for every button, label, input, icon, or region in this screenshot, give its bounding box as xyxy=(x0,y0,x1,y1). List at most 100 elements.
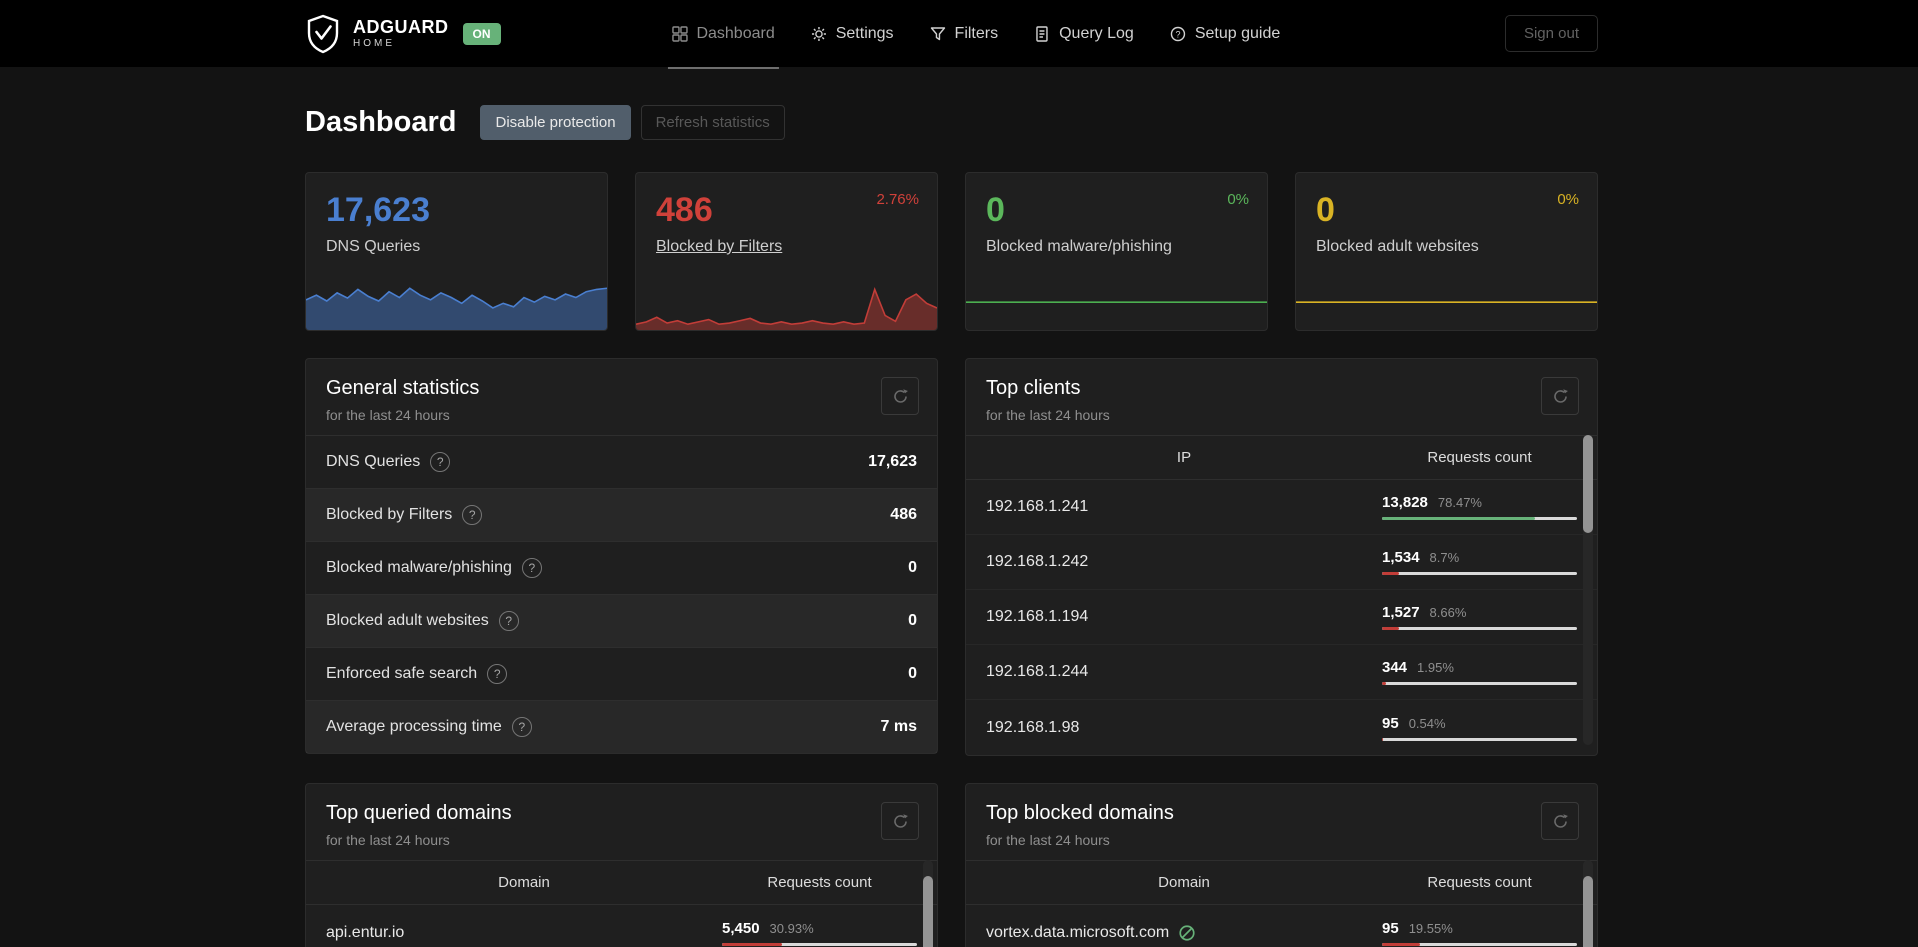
refresh-card-button[interactable] xyxy=(881,802,919,840)
scrollbar-track[interactable] xyxy=(1583,860,1593,947)
client-ip[interactable]: 192.168.1.194 xyxy=(986,608,1382,626)
refresh-card-button[interactable] xyxy=(1541,377,1579,415)
stat-row: Average processing time 7 ms xyxy=(306,700,937,753)
setup-guide-icon: ? xyxy=(1170,26,1186,42)
stat-row: Blocked malware/phishing 0 xyxy=(306,541,937,594)
request-bar xyxy=(1382,627,1577,630)
nav-setup-guide[interactable]: ? Setup guide xyxy=(1170,0,1280,67)
request-percent: 30.93% xyxy=(769,920,814,936)
nav-filters[interactable]: Filters xyxy=(930,0,999,67)
requests-cell: 344 1.95% xyxy=(1382,659,1577,685)
blocked-adult-label: Blocked adult websites xyxy=(1316,238,1479,255)
nav-menu: Dashboard Settings Filters Query Log ? S… xyxy=(667,0,1280,69)
client-ip[interactable]: 192.168.1.242 xyxy=(986,553,1382,571)
scrollbar-thumb[interactable] xyxy=(923,876,933,947)
dashboard-icon xyxy=(671,25,688,42)
nav-filters-label: Filters xyxy=(954,24,999,42)
top-queried-domains-panel: Top queried domains for the last 24 hour… xyxy=(305,783,938,947)
panel-title: Top queried domains xyxy=(326,802,512,824)
request-bar xyxy=(1382,737,1577,741)
client-row: 192.168.1.241 13,828 78.47% xyxy=(966,480,1597,535)
stat-label: DNS Queries xyxy=(326,453,421,470)
request-count: 1,527 xyxy=(1382,604,1420,621)
help-icon[interactable] xyxy=(521,558,542,578)
scrollbar-track[interactable] xyxy=(923,860,933,947)
sign-out-button[interactable]: Sign out xyxy=(1504,15,1598,52)
request-bar xyxy=(1382,942,1577,946)
client-ip[interactable]: 192.168.1.241 xyxy=(986,498,1382,516)
refresh-icon xyxy=(893,813,908,828)
stat-row: Blocked by Filters 486 xyxy=(306,488,937,541)
blocked-filters-card: 2.76% 486 Blocked by Filters xyxy=(635,172,938,331)
stat-label: Average processing time xyxy=(326,718,502,735)
scrollbar-thumb[interactable] xyxy=(1583,435,1593,533)
stat-value: 0 xyxy=(908,612,917,629)
disable-protection-button[interactable]: Disable protection xyxy=(480,105,631,140)
nav-setup-guide-label: Setup guide xyxy=(1194,24,1281,42)
domain-name[interactable]: api.entur.io xyxy=(326,924,722,942)
svg-text:?: ? xyxy=(1175,29,1180,39)
help-icon[interactable] xyxy=(462,505,483,525)
panel-title: Top clients xyxy=(986,377,1081,399)
refresh-icon xyxy=(1553,813,1568,828)
stat-label: Blocked adult websites xyxy=(326,612,489,629)
panel-subtitle: for the last 24 hours xyxy=(986,407,1110,423)
request-bar xyxy=(1382,517,1577,520)
scrollbar-thumb[interactable] xyxy=(1583,876,1593,947)
stat-label: Blocked malware/phishing xyxy=(326,559,512,576)
refresh-icon xyxy=(1553,388,1568,403)
help-icon[interactable] xyxy=(430,452,451,472)
adguard-home-brand[interactable]: ADGUARD HOME ON xyxy=(305,14,501,54)
column-header-domain: Domain xyxy=(498,874,550,891)
refresh-statistics-button[interactable]: Refresh statistics xyxy=(640,105,785,140)
panel-subtitle: for the last 24 hours xyxy=(326,832,450,848)
request-percent: 8.7% xyxy=(1429,550,1460,565)
stat-row: Enforced safe search 0 xyxy=(306,647,937,700)
blocked-filters-sparkline xyxy=(636,272,937,330)
client-ip[interactable]: 192.168.1.98 xyxy=(986,719,1382,737)
request-count: 13,828 xyxy=(1382,494,1428,511)
request-bar xyxy=(722,942,917,946)
refresh-icon xyxy=(893,388,908,403)
dns-queries-label: DNS Queries xyxy=(326,238,421,255)
requests-cell: 5,450 30.93% xyxy=(722,920,917,946)
scrollbar-track[interactable] xyxy=(1583,435,1593,745)
stat-percent: 0% xyxy=(1557,191,1579,208)
blocked-malware-value: 0 xyxy=(986,191,1005,229)
requests-cell: 1,527 8.66% xyxy=(1382,604,1577,630)
client-ip[interactable]: 192.168.1.244 xyxy=(986,663,1382,681)
request-percent: 19.55% xyxy=(1408,920,1453,936)
stat-label: Blocked by Filters xyxy=(326,506,453,523)
stat-value: 486 xyxy=(890,506,917,523)
domain-name-wrap[interactable]: vortex.data.microsoft.com xyxy=(986,924,1382,942)
top-queried-rows: api.entur.io 5,450 30.93% xyxy=(306,905,937,947)
column-header-requests: Requests count xyxy=(767,874,872,891)
nav-settings[interactable]: Settings xyxy=(811,0,894,67)
blocked-malware-label: Blocked malware/phishing xyxy=(986,238,1172,255)
nav-query-log[interactable]: Query Log xyxy=(1034,0,1134,67)
top-blocked-domains-panel: Top blocked domains for the last 24 hour… xyxy=(965,783,1598,947)
blocked-category-icon xyxy=(1179,924,1195,941)
panel-title: General statistics xyxy=(326,377,480,399)
blocked-adult-value: 0 xyxy=(1316,191,1335,229)
refresh-card-button[interactable] xyxy=(881,377,919,415)
blocked-filters-link[interactable]: Blocked by Filters xyxy=(656,238,937,256)
help-icon[interactable] xyxy=(487,664,508,684)
help-icon[interactable] xyxy=(511,717,532,737)
page-header: Dashboard Disable protection Refresh sta… xyxy=(305,105,1598,140)
dns-queries-sparkline xyxy=(306,272,607,330)
refresh-card-button[interactable] xyxy=(1541,802,1579,840)
filter-funnel-icon xyxy=(930,26,946,42)
stat-value: 7 ms xyxy=(880,718,917,735)
gear-icon xyxy=(811,26,827,42)
nav-dashboard[interactable]: Dashboard xyxy=(667,0,780,69)
help-icon[interactable] xyxy=(498,611,519,631)
brand-sub: HOME xyxy=(353,38,395,49)
column-header-ip: IP xyxy=(1176,449,1192,466)
client-row: 192.168.1.98 95 0.54% xyxy=(966,700,1597,755)
request-count: 95 xyxy=(1382,919,1399,937)
request-count: 344 xyxy=(1382,659,1408,676)
panel-subtitle: for the last 24 hours xyxy=(986,832,1110,848)
protection-status-badge: ON xyxy=(462,22,501,45)
brand-name: ADGUARD xyxy=(353,17,449,37)
